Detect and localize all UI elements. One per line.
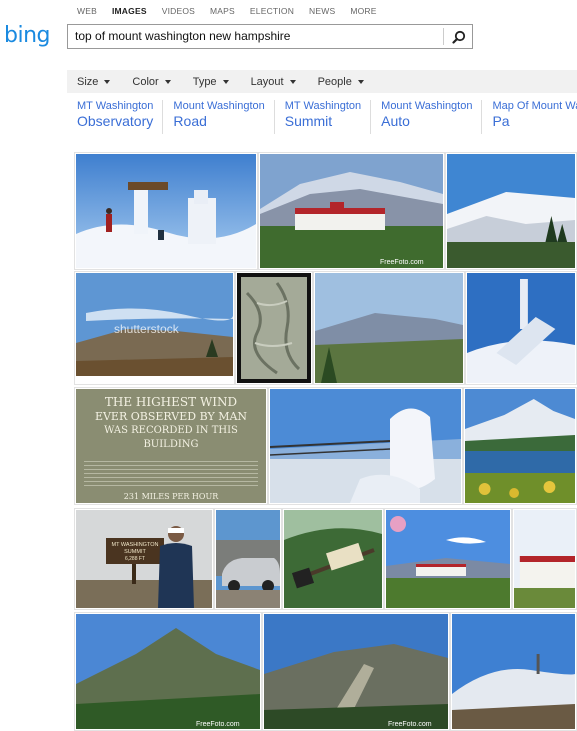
green-mountain-peak-image: FreeFoto.com: [76, 614, 260, 729]
chevron-down-icon: [357, 79, 364, 84]
search-button[interactable]: [445, 25, 472, 48]
green-mountain-view-image: [315, 273, 463, 383]
filter-size[interactable]: Size: [77, 75, 111, 88]
filter-label: Size: [77, 75, 99, 88]
chevron-down-icon: [222, 79, 229, 84]
image-result[interactable]: [214, 508, 282, 610]
search-divider: [443, 28, 444, 45]
related-search-item[interactable]: Mount Washington Road: [162, 100, 273, 134]
hotel-meadow-image: [386, 510, 510, 608]
image-result[interactable]: shutterstock: [74, 271, 235, 385]
highest-wind-sign-image: THE HIGHEST WIND EVER OBSERVED BY MAN WA…: [76, 389, 266, 503]
freefoto-watermark: FreeFoto.com: [196, 721, 240, 728]
filter-bar: Size Color Type Layout People: [67, 70, 577, 93]
filter-label: People: [317, 75, 352, 88]
snowy-peak-image: [447, 154, 575, 268]
filter-label: Type: [192, 75, 217, 88]
filter-color[interactable]: Color: [132, 75, 171, 88]
summit-deck-ice-image: [269, 389, 461, 503]
related-search-item[interactable]: MT Washington Observatory: [67, 100, 162, 134]
image-result[interactable]: MT WASHINGTON SUMMIT 6,288 FT: [74, 508, 214, 610]
sign-speed: 231 MILES PER HOUR: [123, 492, 219, 501]
image-result[interactable]: [512, 508, 577, 610]
related-search-item[interactable]: Mount Washington Auto: [370, 100, 481, 134]
search-input[interactable]: [75, 29, 435, 43]
summit-sign-line: SUMMIT: [124, 549, 146, 555]
lake-meadow-mountain-image: [465, 389, 575, 503]
filter-type[interactable]: Type: [193, 76, 229, 88]
nav-election[interactable]: ELECTION: [250, 6, 294, 16]
related-search-line1: MT Washington: [284, 100, 362, 112]
related-search-line2: Auto: [381, 113, 410, 129]
image-result[interactable]: [313, 271, 465, 385]
related-search-line2: Road: [173, 113, 207, 129]
image-result[interactable]: [74, 152, 258, 270]
mountain-road-image: FreeFoto.com: [264, 614, 448, 729]
related-search-line2: Observatory: [77, 113, 154, 129]
nav-images[interactable]: IMAGES: [112, 6, 147, 16]
nav-web[interactable]: WEB: [77, 6, 97, 16]
man-at-summit-sign-image: MT WASHINGTON SUMMIT 6,288 FT: [76, 510, 212, 608]
cog-railway-image: [284, 510, 382, 608]
image-result[interactable]: THE HIGHEST WIND EVER OBSERVED BY MAN WA…: [74, 387, 268, 505]
image-result[interactable]: [268, 387, 463, 505]
related-search-line2: Pa: [492, 113, 510, 129]
filter-label: Color: [132, 75, 159, 88]
freefoto-watermark: FreeFoto.com: [388, 721, 432, 728]
bing-logo[interactable]: bing: [4, 23, 51, 48]
image-result[interactable]: [282, 508, 384, 610]
filter-label: Layout: [250, 75, 284, 88]
summit-buildings-image: [452, 614, 575, 729]
mountain-shutterstock-image: shutterstock: [76, 273, 234, 383]
hotel-closeup-image: [514, 510, 575, 608]
related-search-line1: Map Of Mount Wash: [492, 100, 577, 112]
snowy-summit-tower-image: [76, 154, 256, 268]
image-result[interactable]: FreeFoto.com: [258, 152, 445, 270]
image-result[interactable]: [445, 152, 577, 270]
related-search-item[interactable]: MT Washington Summit: [273, 100, 370, 134]
frosted-structure-image: [467, 273, 575, 383]
car-rocks-image: [216, 510, 280, 608]
related-search-line1: MT Washington: [77, 100, 154, 112]
related-search-item[interactable]: Map Of Mount WashPa: [481, 100, 577, 134]
filter-layout[interactable]: Layout: [251, 76, 296, 88]
related-search-line1: Mount Washington: [173, 100, 265, 112]
nav-news[interactable]: NEWS: [309, 6, 335, 16]
shutterstock-watermark: shutterstock: [114, 322, 180, 336]
sign-title-line: WAS RECORDED IN THIS BUILDING: [104, 425, 238, 450]
image-result[interactable]: [450, 612, 577, 731]
summit-sign-line: MT WASHINGTON: [112, 542, 159, 548]
filter-people[interactable]: People: [318, 76, 364, 88]
image-result[interactable]: [235, 271, 313, 385]
sign-title-line: THE HIGHEST WIND: [104, 395, 238, 409]
nav-maps[interactable]: MAPS: [210, 6, 235, 16]
summit-sign-line: 6,288 FT: [125, 556, 145, 562]
search-icon: [451, 30, 465, 44]
related-search-line2: Summit: [284, 113, 333, 129]
topographic-relief-image: [237, 273, 311, 383]
image-result[interactable]: [465, 271, 577, 385]
sign-small-print: [84, 458, 258, 488]
image-result[interactable]: [463, 387, 577, 505]
chevron-down-icon: [104, 79, 111, 84]
mount-washington-hotel-image: FreeFoto.com: [260, 154, 443, 268]
top-navigation: WEB IMAGES VIDEOS MAPS ELECTION NEWS MORE: [77, 6, 392, 16]
nav-more[interactable]: MORE: [350, 6, 376, 16]
image-result[interactable]: FreeFoto.com: [262, 612, 450, 731]
nav-videos[interactable]: VIDEOS: [162, 6, 195, 16]
chevron-down-icon: [164, 79, 171, 84]
chevron-down-icon: [289, 79, 296, 84]
freefoto-watermark: FreeFoto.com: [380, 259, 424, 266]
related-search-line1: Mount Washington: [381, 100, 473, 112]
image-result[interactable]: FreeFoto.com: [74, 612, 262, 731]
search-box: [67, 24, 473, 49]
sign-title-line: EVER OBSERVED BY MAN: [94, 410, 248, 423]
image-result[interactable]: [384, 508, 512, 610]
related-searches: MT Washington Observatory Mount Washington…: [67, 100, 577, 134]
